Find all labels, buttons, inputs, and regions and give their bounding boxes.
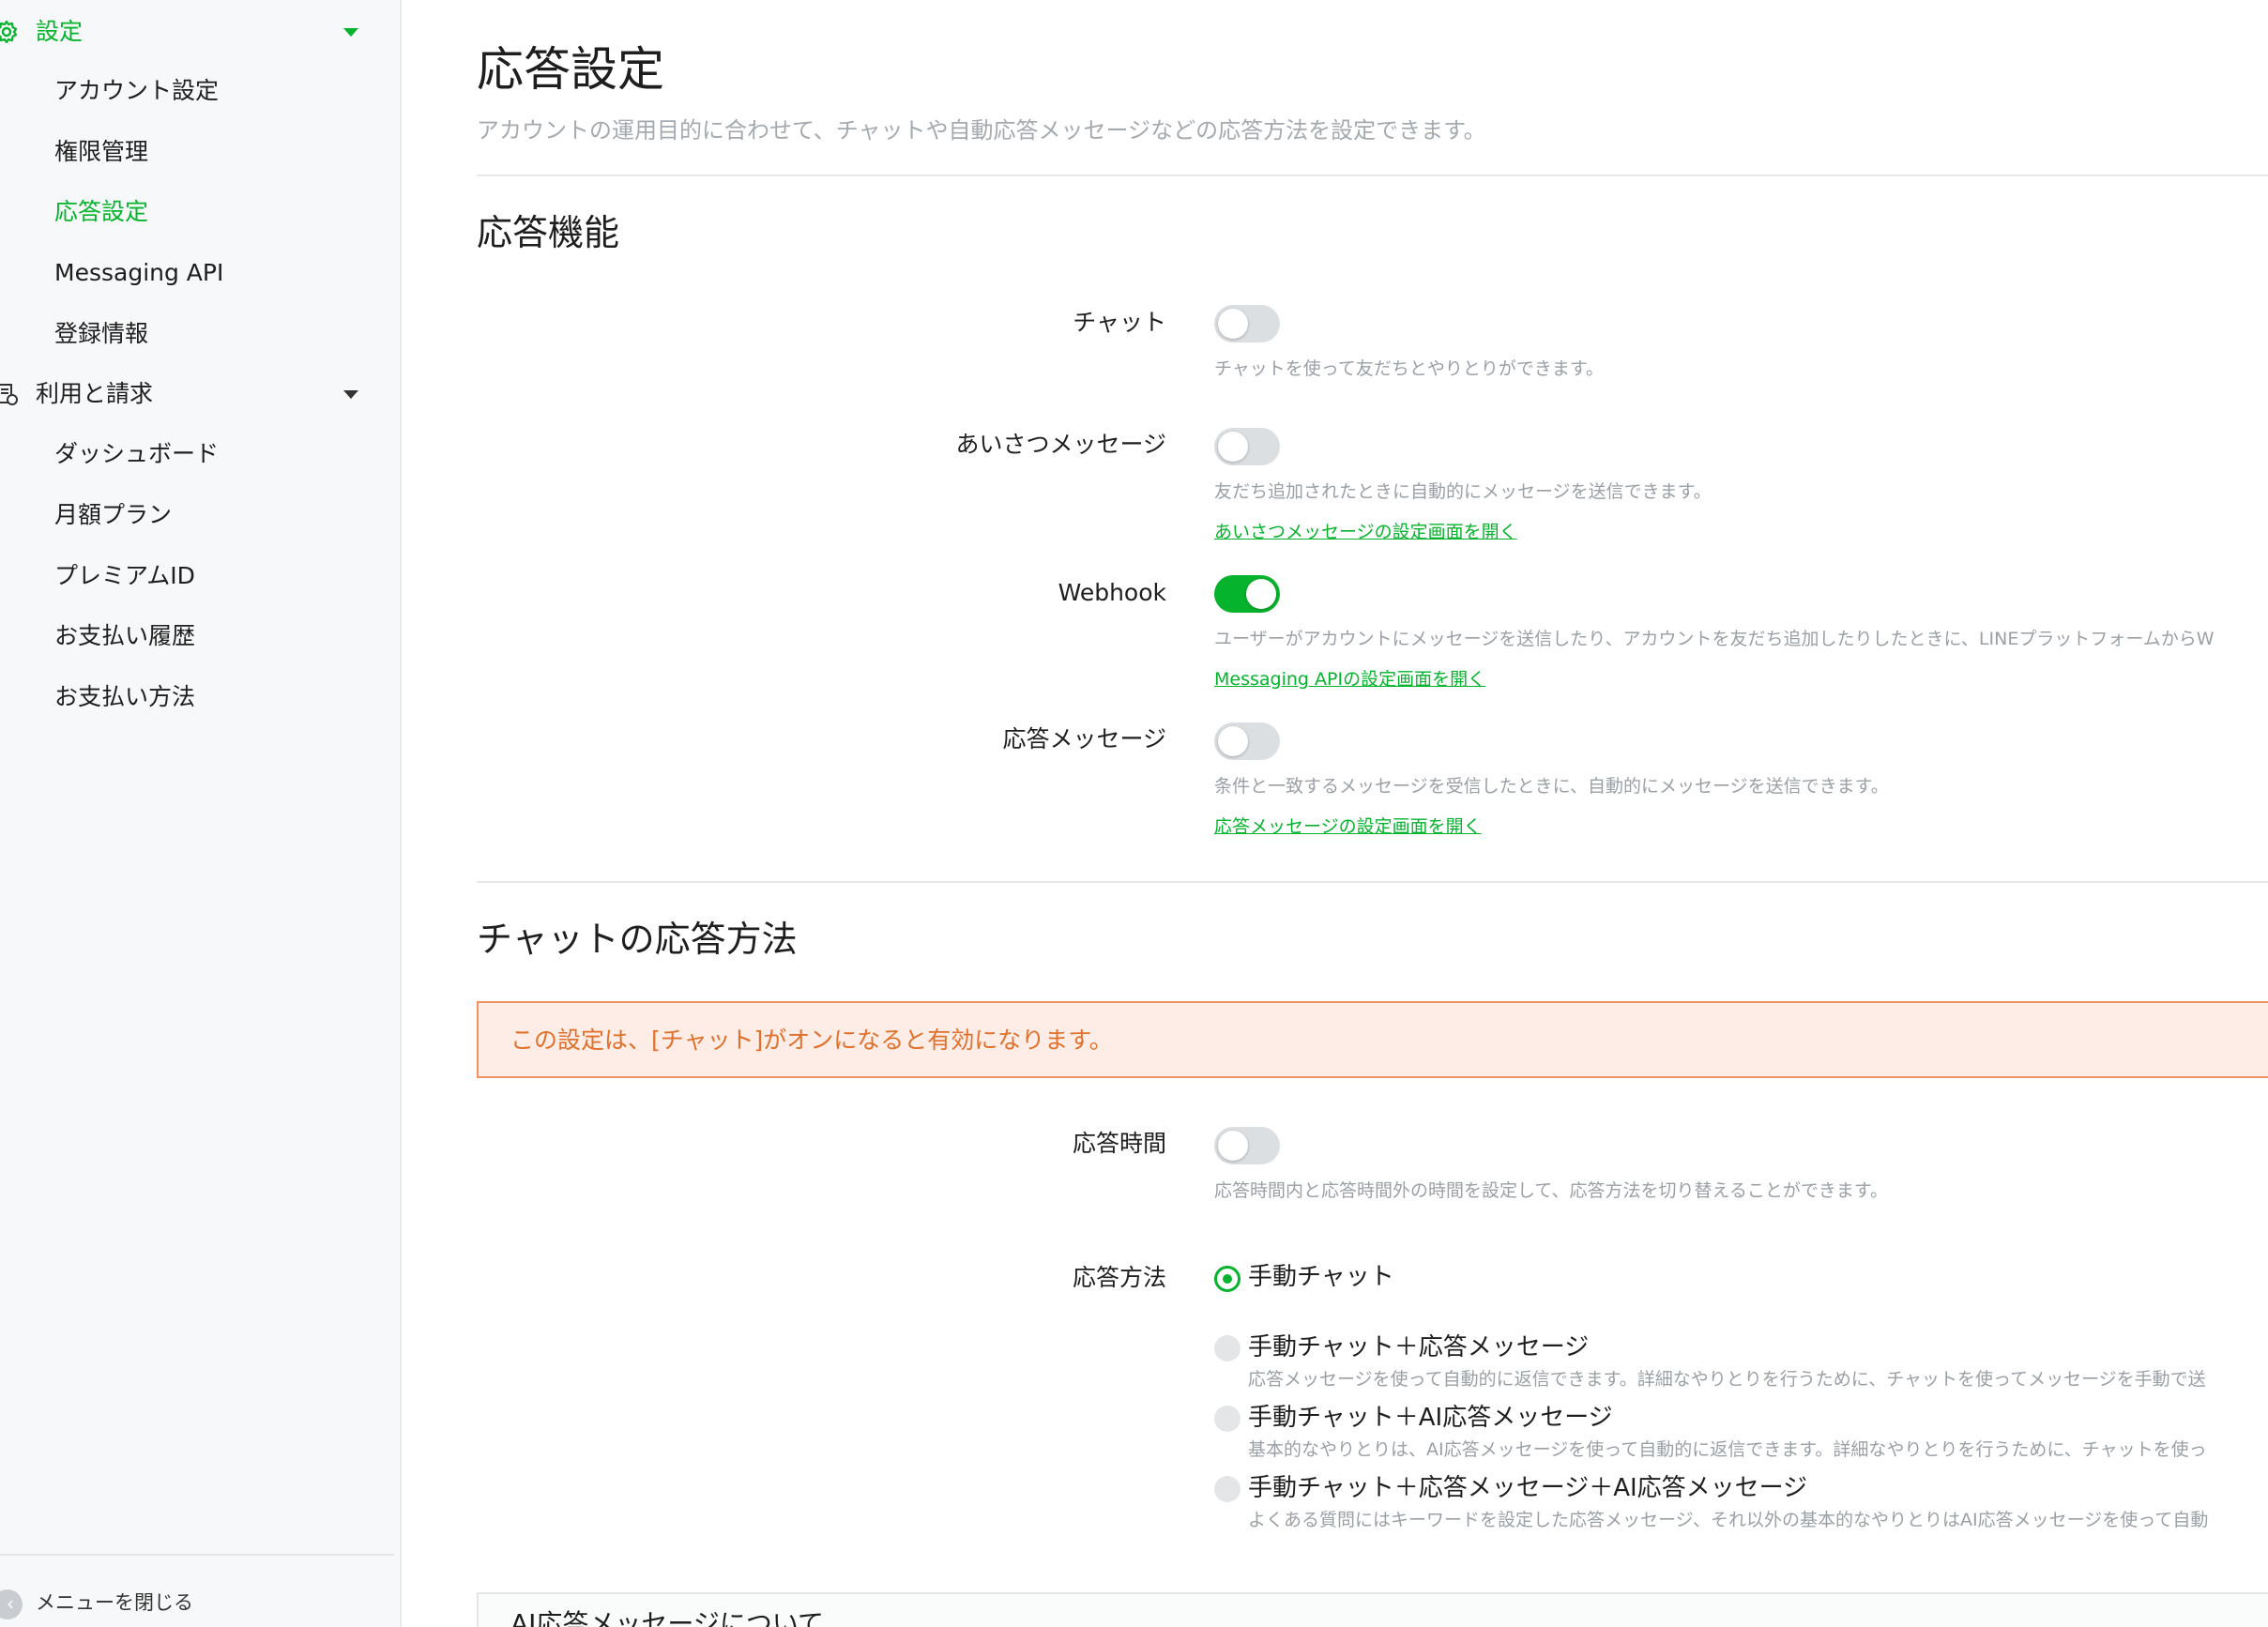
greeting-description: 友だち追加されたときに自動的にメッセージを送信できます。	[1214, 481, 1712, 502]
chat-description: チャットを使って友だちとやりとりができます。	[1214, 358, 1604, 379]
divider	[477, 175, 2268, 176]
sidebar-item-payment-method[interactable]: お支払い方法	[54, 677, 195, 718]
notice-text: この設定は、[チャット]がオンになると有効になります。	[510, 1026, 1113, 1054]
sidebar-item-dashboard[interactable]: ダッシュボード	[54, 433, 219, 475]
radio-description: よくある質問にはキーワードを設定した応答メッセージ、それ以外の基本的なやりとりは…	[1248, 1510, 2209, 1530]
collapse-menu-label: メニューを閉じる	[36, 1591, 193, 1614]
ai-reply-info-title: AI応答メッセージについて	[510, 1608, 825, 1627]
sidebar-item-payment-history[interactable]: お支払い履歴	[54, 616, 195, 657]
sidebar-item-registration-info[interactable]: 登録情報	[54, 313, 148, 355]
sidebar-item-premium-id[interactable]: プレミアムID	[54, 555, 195, 597]
toggle-knob	[1218, 432, 1248, 462]
chevron-down-icon	[343, 28, 358, 37]
receipt-icon	[0, 382, 19, 406]
divider	[0, 1554, 394, 1556]
chevron-left-icon: ‹	[0, 1589, 23, 1619]
gear-icon	[0, 20, 19, 44]
sidebar-group-settings[interactable]: 設定	[0, 11, 375, 53]
section-title-chat-response: チャットの応答方法	[477, 919, 798, 960]
toggle-knob	[1218, 726, 1248, 756]
radio-label-manual-chat-ai-reply[interactable]: 手動チャット＋AI応答メッセージ	[1248, 1401, 1613, 1435]
response-hours-label: 応答時間	[1072, 1130, 1166, 1157]
radio-manual-chat-ai-reply[interactable]	[1214, 1406, 1241, 1432]
greeting-toggle[interactable]	[1214, 428, 1280, 465]
page-description: アカウントの運用目的に合わせて、チャットや自動応答メッセージなどの応答方法を設定…	[477, 117, 1486, 144]
radio-description: 基本的なやりとりは、AI応答メッセージを使って自動的に返信できます。詳細なやりと…	[1248, 1439, 2207, 1460]
chat-label: チャット	[1073, 309, 1166, 336]
messaging-api-settings-link[interactable]: Messaging APIの設定画面を開く	[1214, 666, 1485, 692]
sidebar-group-label: 利用と請求	[36, 380, 154, 407]
toggle-knob	[1246, 579, 1276, 609]
section-title-response-features: 応答機能	[477, 212, 620, 253]
greeting-settings-link[interactable]: あいさつメッセージの設定画面を開く	[1214, 519, 1517, 545]
radio-label-manual-chat-auto-reply[interactable]: 手動チャット＋応答メッセージ	[1248, 1330, 1589, 1364]
sidebar-item-messaging-api[interactable]: Messaging API	[54, 252, 223, 294]
radio-manual-chat[interactable]	[1214, 1266, 1241, 1292]
main-content: 応答設定 アカウントの運用目的に合わせて、チャットや自動応答メッセージなどの応答…	[477, 0, 2268, 1627]
chevron-down-icon	[343, 390, 358, 399]
webhook-description: ユーザーがアカウントにメッセージを送信したり、アカウントを友だち追加したりしたと…	[1214, 629, 2215, 649]
page-title: 応答設定	[477, 42, 664, 97]
webhook-toggle[interactable]	[1214, 575, 1280, 613]
chat-toggle[interactable]	[1214, 305, 1280, 342]
radio-description: 応答メッセージを使って自動的に返信できます。詳細なやりとりを行うために、チャット…	[1248, 1369, 2206, 1390]
ai-reply-info-box: AI応答メッセージについて	[477, 1592, 2268, 1627]
radio-manual-chat-auto-reply[interactable]	[1214, 1335, 1241, 1361]
sidebar-item-response-settings[interactable]: 応答設定	[54, 191, 148, 233]
sidebar-item-permissions[interactable]: 権限管理	[54, 131, 148, 173]
webhook-label: Webhook	[1058, 579, 1166, 606]
sidebar: 設定 アカウント設定 権限管理 応答設定 Messaging API 登録情報 …	[0, 0, 402, 1627]
response-method-label: 応答方法	[1072, 1264, 1166, 1291]
notice-banner: この設定は、[チャット]がオンになると有効になります。	[477, 1001, 2268, 1078]
sidebar-group-billing[interactable]: 利用と請求	[0, 373, 375, 415]
sidebar-group-label: 設定	[36, 18, 84, 45]
sidebar-item-account-settings[interactable]: アカウント設定	[54, 70, 219, 112]
response-hours-description: 応答時間内と応答時間外の時間を設定して、応答方法を切り替えることができます。	[1214, 1180, 1889, 1201]
divider	[477, 881, 2268, 883]
response-hours-toggle[interactable]	[1214, 1127, 1280, 1164]
toggle-knob	[1218, 309, 1248, 339]
auto-reply-label: 応答メッセージ	[1002, 725, 1166, 753]
greeting-label: あいさつメッセージ	[955, 431, 1166, 458]
sidebar-item-monthly-plan[interactable]: 月額プラン	[54, 494, 172, 536]
toggle-knob	[1218, 1131, 1248, 1161]
radio-label-manual-chat[interactable]: 手動チャット	[1248, 1260, 1394, 1294]
auto-reply-toggle[interactable]	[1214, 722, 1280, 760]
radio-manual-chat-auto-ai-reply[interactable]	[1214, 1476, 1241, 1502]
auto-reply-description: 条件と一致するメッセージを受信したときに、自動的にメッセージを送信できます。	[1214, 776, 1889, 797]
radio-label-manual-chat-auto-ai-reply[interactable]: 手動チャット＋応答メッセージ＋AI応答メッセージ	[1248, 1471, 1807, 1505]
auto-reply-settings-link[interactable]: 応答メッセージの設定画面を開く	[1214, 814, 1482, 840]
